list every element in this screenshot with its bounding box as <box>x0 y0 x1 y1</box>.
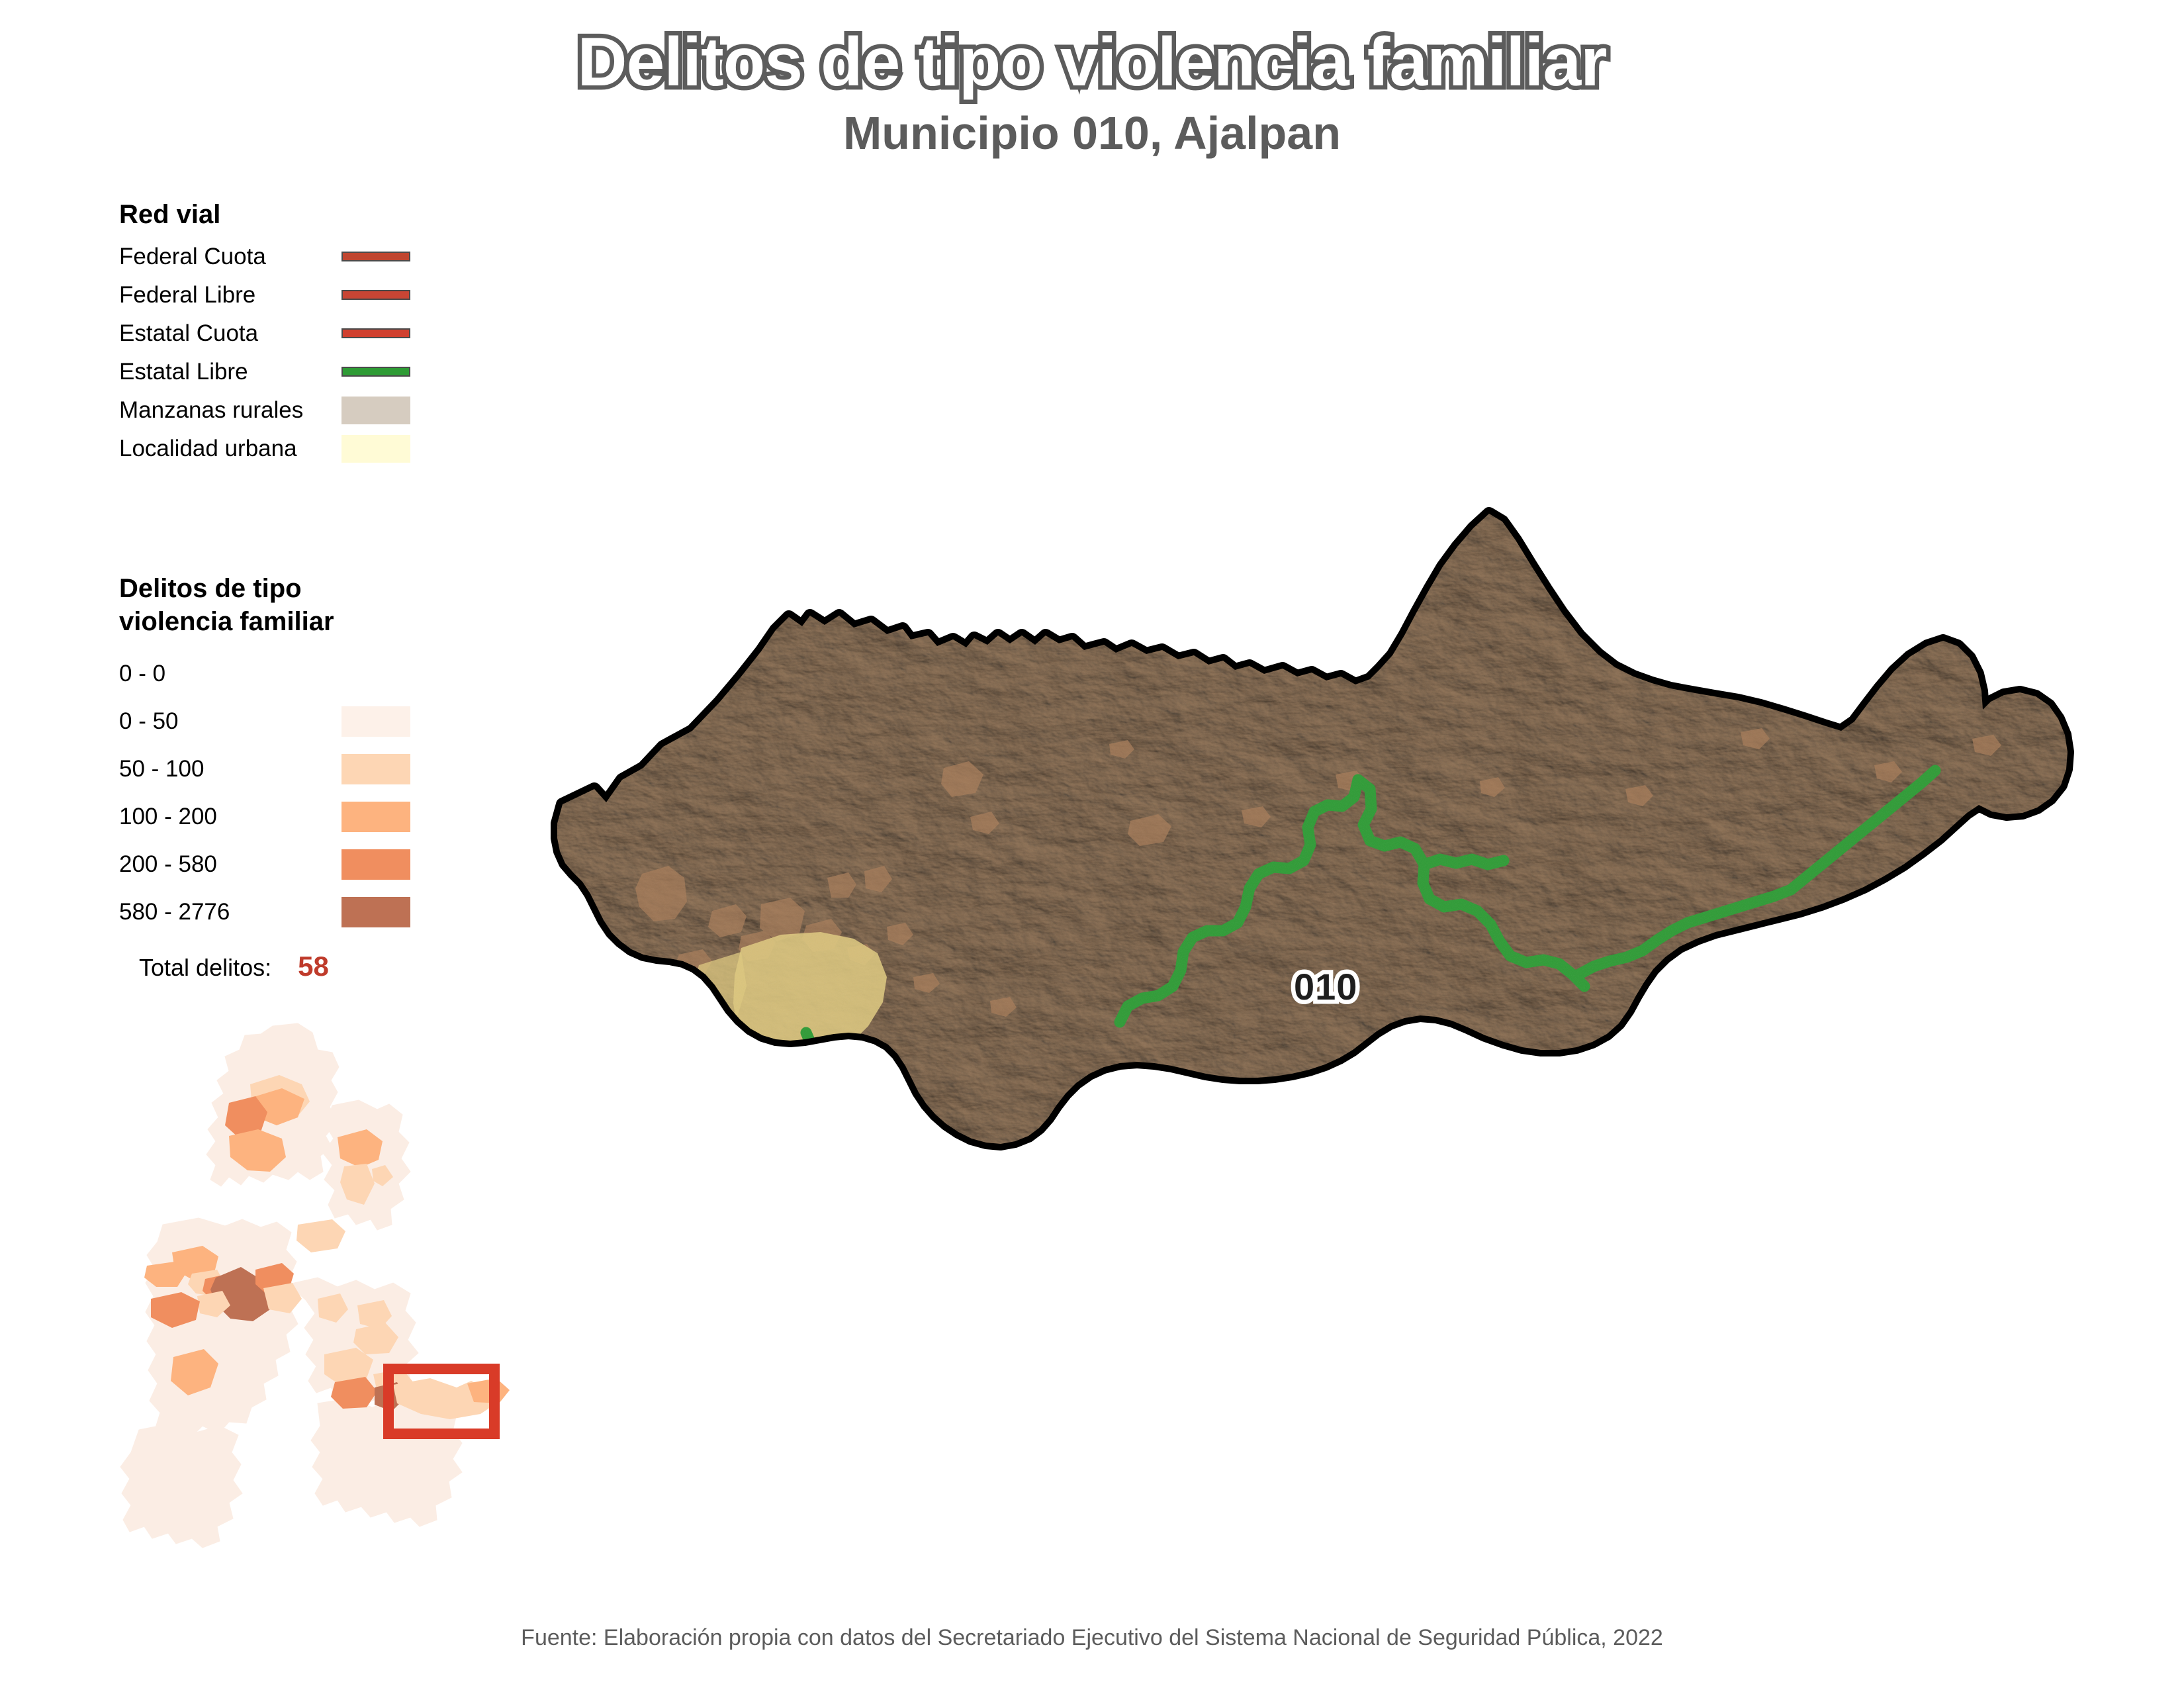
municipality-detail-map <box>543 503 2144 1311</box>
terrain-grain <box>557 514 2068 1144</box>
choropleth-class-label: 580 - 2776 <box>119 899 230 925</box>
title-block: Delitos de tipo violencia familiar Munic… <box>0 22 2184 160</box>
legend-label: Estatal Libre <box>119 358 248 385</box>
legend-item-estatal-cuota: Estatal Cuota <box>119 314 410 353</box>
page-subtitle: Municipio 010, Ajalpan <box>843 107 1341 160</box>
legend-item-federal-libre: Federal Libre <box>119 276 410 314</box>
page-title: Delitos de tipo violencia familiar <box>573 22 1612 103</box>
choropleth-class-label: 200 - 580 <box>119 851 217 878</box>
main-map-svg <box>547 503 2078 1154</box>
choropleth-class-4: 200 - 580 <box>119 841 410 888</box>
swatch-wrap <box>338 396 410 424</box>
legend-heading-red-vial: Red vial <box>119 200 221 229</box>
area-swatch-icon <box>341 434 410 463</box>
source-note: Fuente: Elaboración propia con datos del… <box>521 1625 1663 1650</box>
municipality-code-label: 010 <box>1289 962 1361 1012</box>
swatch-wrap <box>338 252 410 262</box>
legend-label: Federal Cuota <box>119 243 266 269</box>
road-line-swatch-icon <box>341 290 410 301</box>
total-delitos-label: Total delitos: <box>139 954 272 982</box>
choropleth-swatch-icon <box>341 706 410 737</box>
choropleth-class-0: 0 - 0 <box>119 650 410 698</box>
state-inset-map <box>99 1006 523 1556</box>
legend-item-federal-cuota: Federal Cuota <box>119 238 410 276</box>
total-delitos-row: Total delitos: 58 <box>119 951 463 982</box>
road-line-swatch-icon <box>341 367 410 377</box>
choropleth-swatch-icon <box>341 802 410 833</box>
swatch-wrap <box>338 434 410 463</box>
legend-label: Manzanas rurales <box>119 397 304 423</box>
legend-label: Localidad urbana <box>119 435 297 461</box>
road-line-swatch-icon <box>341 252 410 262</box>
choropleth-class-2: 50 - 100 <box>119 745 410 793</box>
choropleth-legend: Delitos de tipo violencia familiar 0 - 0… <box>119 573 463 982</box>
choropleth-swatch-icon <box>341 849 410 880</box>
choropleth-swatch-icon <box>341 754 410 785</box>
choropleth-legend-heading: Delitos de tipo violencia familiar <box>119 574 334 636</box>
choropleth-class-label: 0 - 50 <box>119 708 179 735</box>
choropleth-class-1: 0 - 50 <box>119 698 410 745</box>
swatch-wrap <box>338 290 410 301</box>
legend-item-localidad-urbana: Localidad urbana <box>119 430 410 468</box>
road-line-swatch-icon <box>341 328 410 339</box>
choropleth-swatch-icon <box>341 897 410 928</box>
swatch-wrap <box>338 328 410 339</box>
choropleth-class-3: 100 - 200 <box>119 793 410 841</box>
inset-map-svg <box>120 1023 510 1548</box>
legend-item-estatal-libre: Estatal Libre <box>119 353 410 391</box>
total-delitos-value: 58 <box>298 951 329 982</box>
choropleth-class-label: 50 - 100 <box>119 756 205 782</box>
choropleth-class-label: 0 - 0 <box>119 661 166 687</box>
choropleth-class-label: 100 - 200 <box>119 804 217 830</box>
road-network-legend: Red vial Federal Cuota Federal Libre Est… <box>119 199 463 468</box>
area-swatch-icon <box>341 396 410 424</box>
legend-label: Estatal Cuota <box>119 320 259 346</box>
terrain-layer <box>557 514 2068 1144</box>
legend-label: Federal Libre <box>119 281 256 308</box>
choropleth-swatch-icon <box>341 659 410 689</box>
choropleth-class-5: 580 - 2776 <box>119 888 410 936</box>
swatch-wrap <box>338 367 410 377</box>
legend-item-manzanas-rurales: Manzanas rurales <box>119 391 410 430</box>
